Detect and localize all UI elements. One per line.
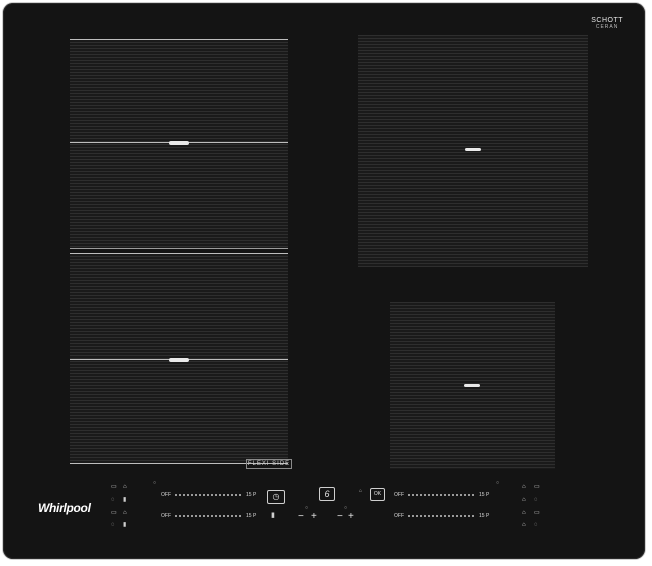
pause-icon[interactable]: ▮ [271, 512, 275, 519]
slider-indicator-dot-right: ○ [496, 480, 500, 486]
simmer-icon[interactable]: ▭ [111, 510, 117, 516]
melt-icon-right[interactable]: ▭ [534, 484, 540, 490]
pan-icon-right[interactable]: ▭ [534, 510, 540, 516]
zone-top-line-2 [70, 253, 288, 254]
power-dot: ○ [344, 505, 348, 511]
zone-center-marker-2 [169, 358, 189, 362]
slider-right-bottom-off: OFF [394, 513, 404, 519]
six-sense-button[interactable]: 6 [319, 487, 335, 501]
timer-plus-button[interactable]: + [311, 512, 317, 522]
melt-icon[interactable]: ⌂ [123, 484, 127, 490]
slider-left-top[interactable] [175, 494, 243, 496]
slider-right-top-max: 15 P [479, 492, 490, 498]
timer-minus-button[interactable]: − [298, 512, 304, 522]
zone-rear-right[interactable] [358, 35, 588, 267]
slider-left-top-max: 15 P [246, 492, 257, 498]
pan-icon[interactable]: ⌂ [123, 510, 127, 516]
zone-split-line [70, 248, 288, 249]
pot-icon[interactable]: ◌ [111, 522, 115, 528]
ceran-text: CERAN [595, 24, 619, 30]
timer-button[interactable]: ◷ [267, 490, 285, 504]
boost-icon[interactable]: ▭ [111, 484, 117, 490]
whirlpool-logo: Whirlpool [38, 501, 91, 515]
bottle-icon[interactable]: ▮ [123, 522, 126, 528]
schott-text: SCHOTT [591, 17, 623, 24]
slider-indicator-dot: ○ [153, 480, 157, 486]
power-minus-button[interactable]: − [337, 512, 343, 522]
slider-right-bottom-max: 15 P [479, 513, 490, 519]
keep-warm-icon[interactable]: ◌ [111, 497, 115, 503]
zone-center-marker [169, 141, 189, 145]
slider-left-bottom-max: 15 P [246, 513, 257, 519]
slider-right-top-off: OFF [394, 492, 404, 498]
flexi-side-label: FLEXI SIDE [246, 459, 292, 469]
keep-warm-icon-right[interactable]: ⌂ [522, 497, 526, 503]
slider-left-bottom-off: OFF [161, 513, 171, 519]
bottle-icon-right[interactable]: ◌ [534, 522, 538, 528]
power-plus-button[interactable]: + [348, 512, 354, 522]
clock-icon: ◷ [272, 492, 280, 501]
zone-center-marker-4 [464, 384, 480, 387]
lock-button[interactable]: OK [370, 488, 385, 501]
chef-icon-right[interactable]: ◌ [534, 497, 538, 503]
cooktop-panel: SCHOTT CERAN FLEXI SIDE Whirlpool ▭ ⌂ ◌ … [3, 3, 645, 559]
boost-icon-right[interactable]: ⌂ [522, 484, 526, 490]
schott-ceran-logo: SCHOTT CERAN [591, 17, 623, 31]
slider-left-bottom[interactable] [175, 515, 243, 517]
slider-right-top[interactable] [408, 494, 476, 496]
zone-center-marker-3 [465, 148, 481, 151]
simmer-icon-right[interactable]: ⌂ [522, 510, 526, 516]
pot-icon-right[interactable]: ⌂ [522, 522, 526, 528]
slider-left-top-off: OFF [161, 492, 171, 498]
lock-indicator-icon: ⌂ [359, 488, 363, 494]
slider-right-bottom[interactable] [408, 515, 476, 517]
zone-top-line [70, 39, 288, 40]
timer-dot: ○ [305, 505, 309, 511]
chef-icon[interactable]: ▮ [123, 497, 126, 503]
